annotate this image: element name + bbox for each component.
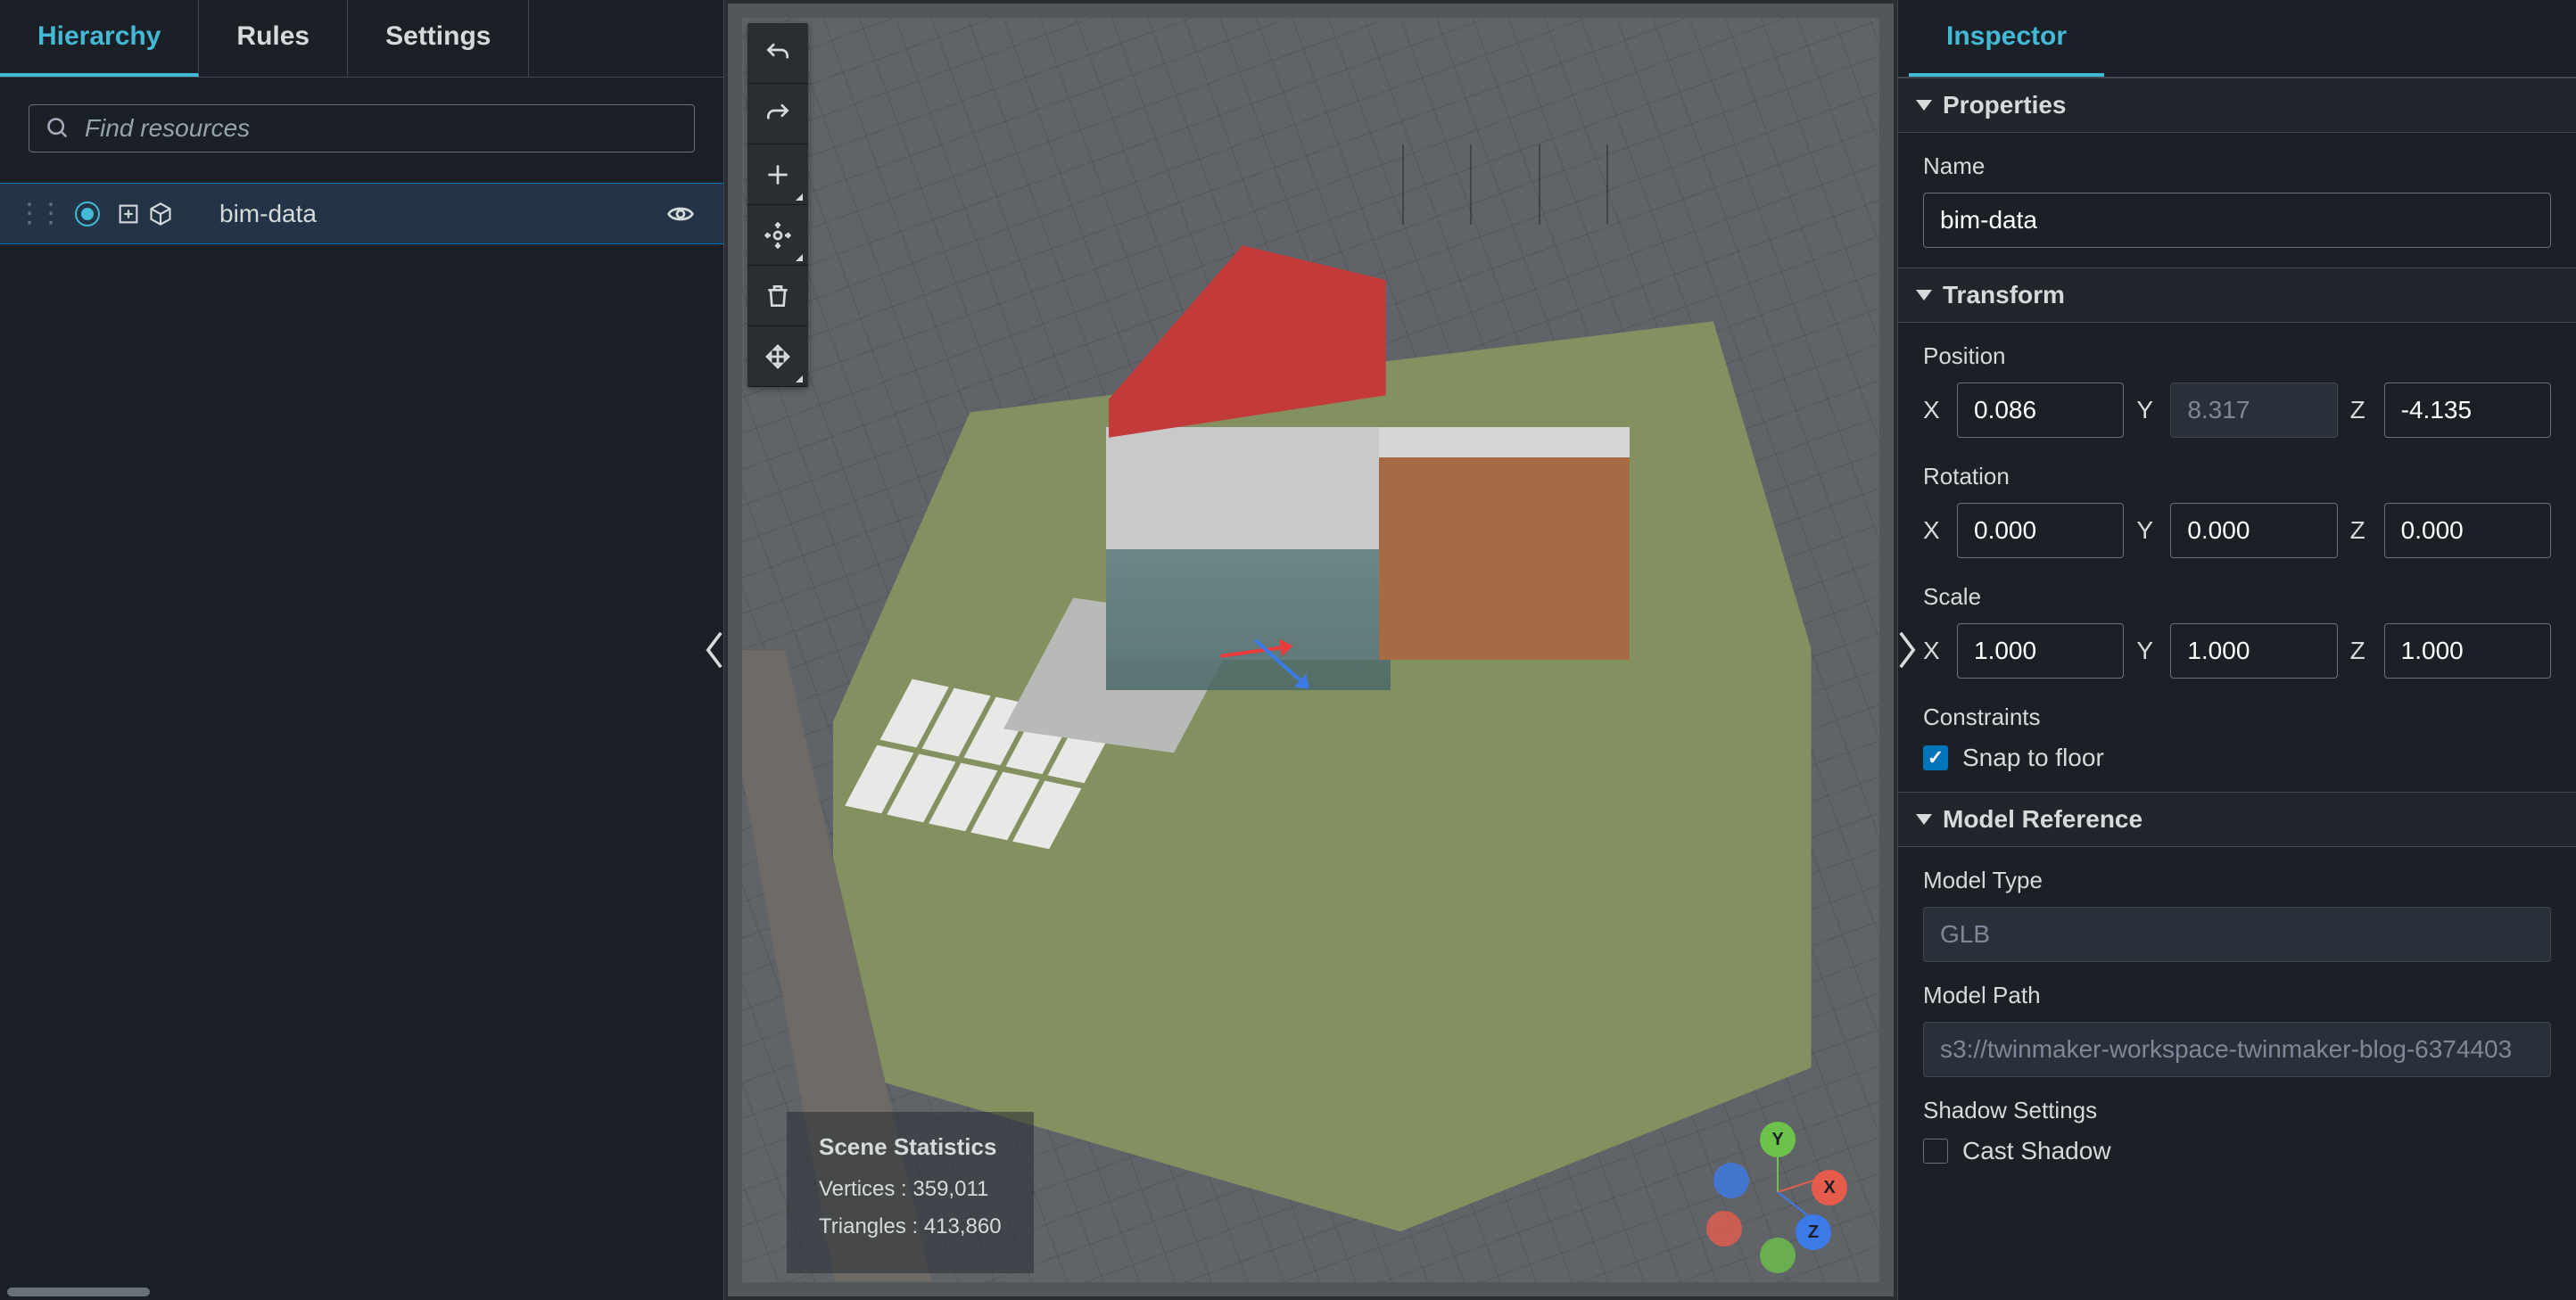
pan-tool-button[interactable] [747,326,808,387]
shadow-settings-label: Shadow Settings [1923,1097,2551,1124]
add-button[interactable] [747,144,808,205]
collapse-left-icon[interactable] [701,629,728,671]
delete-button[interactable] [747,266,808,326]
undo-button[interactable] [747,23,808,84]
gizmo-neg-x-axis[interactable] [1706,1211,1742,1247]
snap-to-floor-checkbox[interactable] [1923,745,1948,770]
snap-to-floor-label: Snap to floor [1962,744,2104,772]
orientation-gizmo[interactable]: Y X Z [1706,1122,1858,1273]
stats-title: Scene Statistics [819,1133,1002,1161]
cube-icon [148,202,173,226]
viewport-canvas[interactable] [742,18,1879,1282]
redo-button[interactable] [747,84,808,144]
section-modelref-header[interactable]: Model Reference [1898,792,2576,847]
cast-shadow-label: Cast Shadow [1962,1137,2111,1165]
visibility-toggle-icon[interactable] [666,200,695,228]
axis-z-label: Z [2350,396,2372,424]
name-label: Name [1923,152,2551,180]
stats-vertices-value: 359,011 [912,1177,988,1201]
position-x-input[interactable] [1957,383,2124,438]
hierarchy-tree: ⋮⋮ bim-data [0,183,723,244]
stats-triangles-label: Triangles : [819,1214,918,1238]
tab-rules[interactable]: Rules [199,0,348,77]
gizmo-neg-z-axis[interactable] [1713,1163,1749,1198]
rotation-z-input[interactable] [2384,503,2551,558]
axis-y-label: Y [2136,396,2158,424]
gizmo-x-axis[interactable]: X [1812,1170,1847,1205]
gizmo-neg-y-axis[interactable] [1760,1238,1796,1273]
gizmo-z-axis[interactable]: Z [1796,1214,1831,1250]
axis-x-label: X [1923,637,1944,665]
axis-y-label: Y [2136,637,2158,665]
right-tabs: Inspector [1898,0,2576,78]
tree-item-radio[interactable] [75,202,100,226]
section-properties-header[interactable]: Properties [1898,78,2576,133]
tree-item-bim-data[interactable]: ⋮⋮ bim-data [0,183,723,244]
collapse-right-icon[interactable] [1894,629,1920,671]
tree-item-label: bim-data [219,200,650,228]
name-input[interactable] [1923,193,2551,248]
scale-z-input[interactable] [2384,623,2551,679]
rotation-y-input[interactable] [2170,503,2337,558]
gizmo-y-axis[interactable]: Y [1760,1122,1796,1157]
scale-x-input[interactable] [1957,623,2124,679]
section-modelref-title: Model Reference [1943,805,2143,834]
drag-handle-icon[interactable]: ⋮⋮ [16,198,59,229]
constraints-label: Constraints [1923,703,2551,731]
scale-label: Scale [1923,583,2551,611]
model-path-input [1923,1022,2551,1077]
scale-y-input[interactable] [2170,623,2337,679]
section-properties-title: Properties [1943,91,2067,119]
tab-hierarchy[interactable]: Hierarchy [0,0,199,77]
model-type-label: Model Type [1923,867,2551,894]
rotation-label: Rotation [1923,463,2551,490]
trees [1367,144,1709,523]
cast-shadow-checkbox[interactable] [1923,1139,1948,1164]
move-tool-button[interactable] [747,205,808,266]
axis-y-label: Y [2136,516,2158,545]
axis-z-label: Z [2350,637,2372,665]
stats-vertices-label: Vertices : [819,1177,907,1201]
axis-x-label: X [1923,396,1944,424]
scene-stats-overlay: Scene Statistics Vertices : 359,011 Tria… [787,1112,1034,1273]
search-input[interactable] [85,114,678,143]
collapse-icon [1916,814,1932,825]
horizontal-scrollbar[interactable] [7,1288,150,1296]
expand-icon[interactable] [116,202,141,226]
position-label: Position [1923,342,2551,370]
tab-inspector[interactable]: Inspector [1909,0,2104,77]
axis-z-label: Z [2350,516,2372,545]
section-transform-title: Transform [1943,281,2065,309]
position-z-input[interactable] [2384,383,2551,438]
model-type-input [1923,907,2551,962]
search-icon [45,116,70,141]
model-path-label: Model Path [1923,982,2551,1009]
rotation-x-input[interactable] [1957,503,2124,558]
tab-settings[interactable]: Settings [348,0,529,77]
left-tabs: Hierarchy Rules Settings [0,0,723,78]
collapse-icon [1916,290,1932,300]
section-transform-header[interactable]: Transform [1898,267,2576,323]
collapse-icon [1916,100,1932,111]
viewport-3d[interactable]: Scene Statistics Vertices : 359,011 Tria… [724,0,1897,1300]
axis-x-label: X [1923,516,1944,545]
hierarchy-panel: Hierarchy Rules Settings ⋮⋮ bim-data [0,0,724,1300]
inspector-panel: Inspector Properties Name Transform Posi… [1897,0,2576,1300]
stats-triangles-value: 413,860 [924,1214,1002,1238]
position-y-input [2170,383,2337,438]
hierarchy-search[interactable] [29,104,695,152]
viewport-toolbar [747,23,808,387]
